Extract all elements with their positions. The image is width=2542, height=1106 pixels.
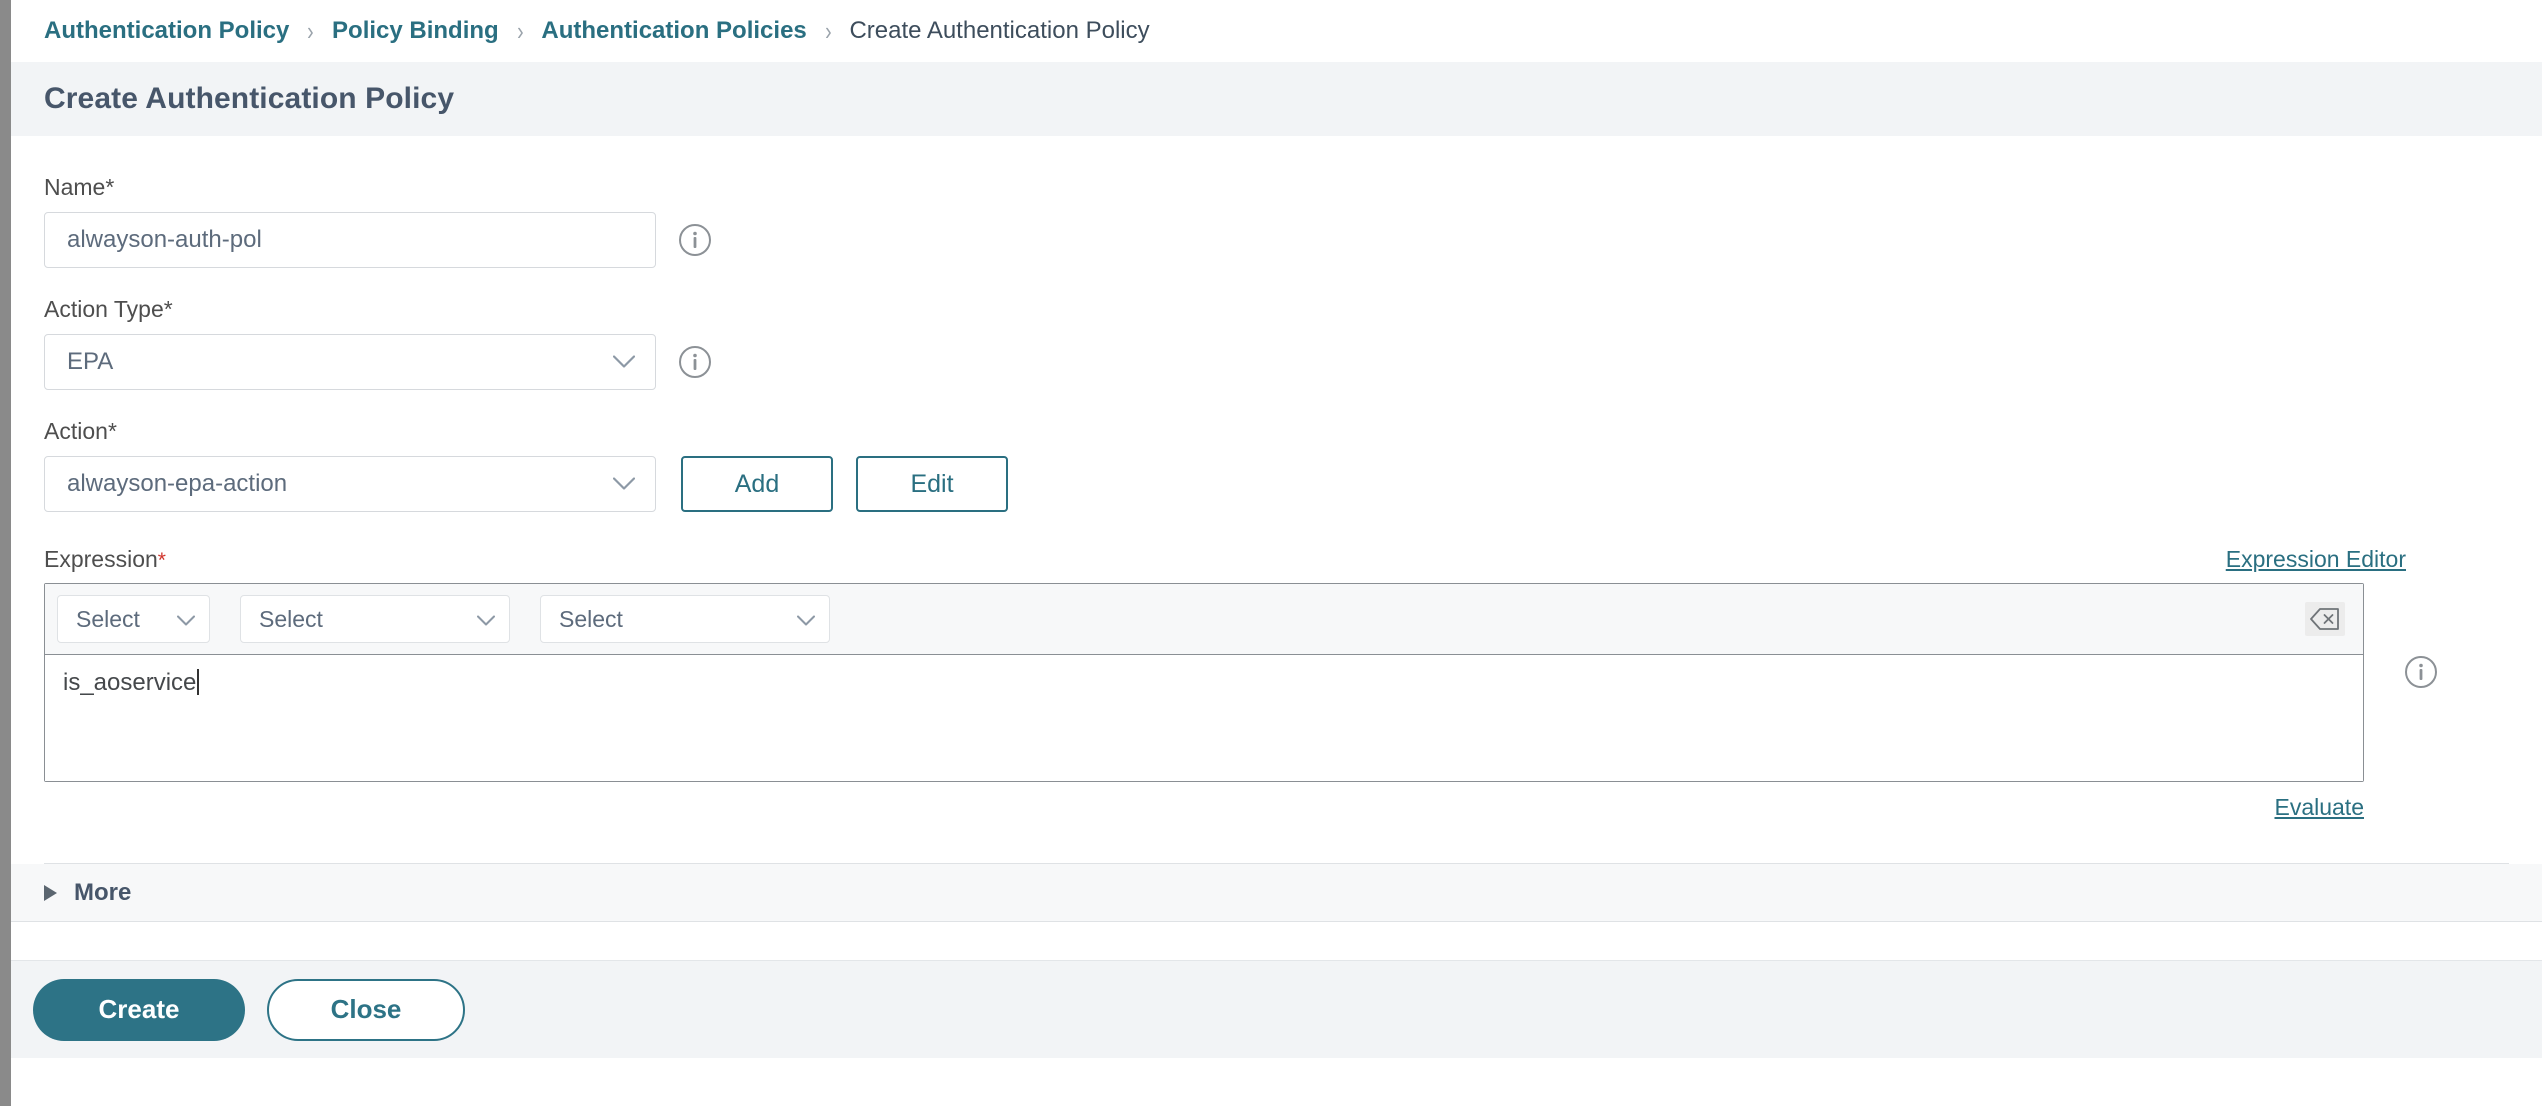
expression-text-value: is_aoservice (63, 669, 197, 696)
expression-field-label: Expression* (44, 546, 166, 572)
info-icon[interactable] (678, 223, 712, 257)
evaluate-link[interactable]: Evaluate (2274, 794, 2364, 821)
left-edge-rail (0, 0, 11, 1106)
expression-editor-link[interactable]: Expression Editor (2226, 546, 2406, 573)
expression-select-2-value: Select (259, 605, 323, 632)
chevron-down-icon (177, 606, 195, 633)
breadcrumb-item-authentication-policies[interactable]: Authentication Policies (541, 17, 806, 45)
expression-select-row: Select Select Select (45, 584, 2363, 655)
action-type-selected-value: EPA (67, 348, 114, 375)
breadcrumb-separator-icon: › (307, 16, 314, 46)
info-icon[interactable] (2404, 655, 2438, 689)
action-select[interactable]: alwayson-epa-action (44, 456, 656, 512)
action-field-row: alwayson-epa-action Add Edit (44, 456, 2509, 512)
more-section-label: More (74, 878, 132, 906)
action-type-select[interactable]: EPA (44, 334, 656, 390)
more-section-toggle[interactable]: More (11, 864, 2542, 922)
breadcrumb-separator-icon: › (516, 16, 524, 46)
breadcrumb-separator-icon: › (824, 16, 832, 46)
chevron-down-icon (477, 606, 495, 633)
action-field-label: Action* (44, 418, 117, 444)
close-button[interactable]: Close (267, 978, 465, 1041)
expression-select-2[interactable]: Select (240, 595, 510, 643)
expression-select-1[interactable]: Select (57, 595, 210, 643)
chevron-down-icon (613, 355, 635, 369)
name-input[interactable] (44, 212, 656, 268)
breadcrumb-item-authentication-policy[interactable]: Authentication Policy (44, 17, 289, 45)
expression-select-3-value: Select (559, 605, 623, 632)
footer-action-bar: Create Close (11, 960, 2542, 1058)
edit-action-button[interactable]: Edit (856, 456, 1008, 512)
add-action-button[interactable]: Add (681, 456, 833, 512)
breadcrumb-item-policy-binding[interactable]: Policy Binding (332, 17, 499, 45)
page-content: Authentication Policy › Policy Binding ›… (11, 0, 2542, 1106)
breadcrumb-item-current: Create Authentication Policy (849, 17, 1150, 44)
expression-select-1-value: Select (76, 605, 140, 632)
text-cursor (197, 669, 200, 695)
expression-wrap: Select Select Select is_aoservice (44, 583, 2509, 782)
page-title-bar: Create Authentication Policy (11, 62, 2542, 136)
expression-select-3[interactable]: Select (540, 595, 830, 643)
spacer (11, 922, 2542, 960)
action-selected-value: alwayson-epa-action (67, 470, 288, 497)
name-field-label: Name* (44, 174, 115, 200)
expression-builder: Select Select Select is_aoservice (44, 583, 2364, 782)
expression-header: Expression* Expression Editor (44, 546, 2509, 573)
chevron-down-icon (797, 606, 815, 633)
name-field-row (44, 212, 2509, 268)
evaluate-row: Evaluate (44, 794, 2364, 821)
chevron-down-icon (613, 477, 635, 491)
triangle-right-icon (44, 884, 57, 901)
info-icon[interactable] (678, 345, 712, 379)
page-title: Create Authentication Policy (44, 82, 455, 115)
action-type-field-label: Action Type* (44, 296, 173, 322)
expression-textarea[interactable]: is_aoservice (45, 655, 2363, 781)
breadcrumb: Authentication Policy › Policy Binding ›… (11, 0, 2542, 62)
page-bottom-edge (11, 1058, 2542, 1070)
form-body: Name* Action Type* EPA (11, 136, 2542, 864)
backspace-clear-icon[interactable] (2305, 602, 2345, 636)
page-root: Authentication Policy › Policy Binding ›… (0, 0, 2542, 1106)
action-type-field-row: EPA (44, 334, 2509, 390)
create-button[interactable]: Create (33, 978, 245, 1041)
